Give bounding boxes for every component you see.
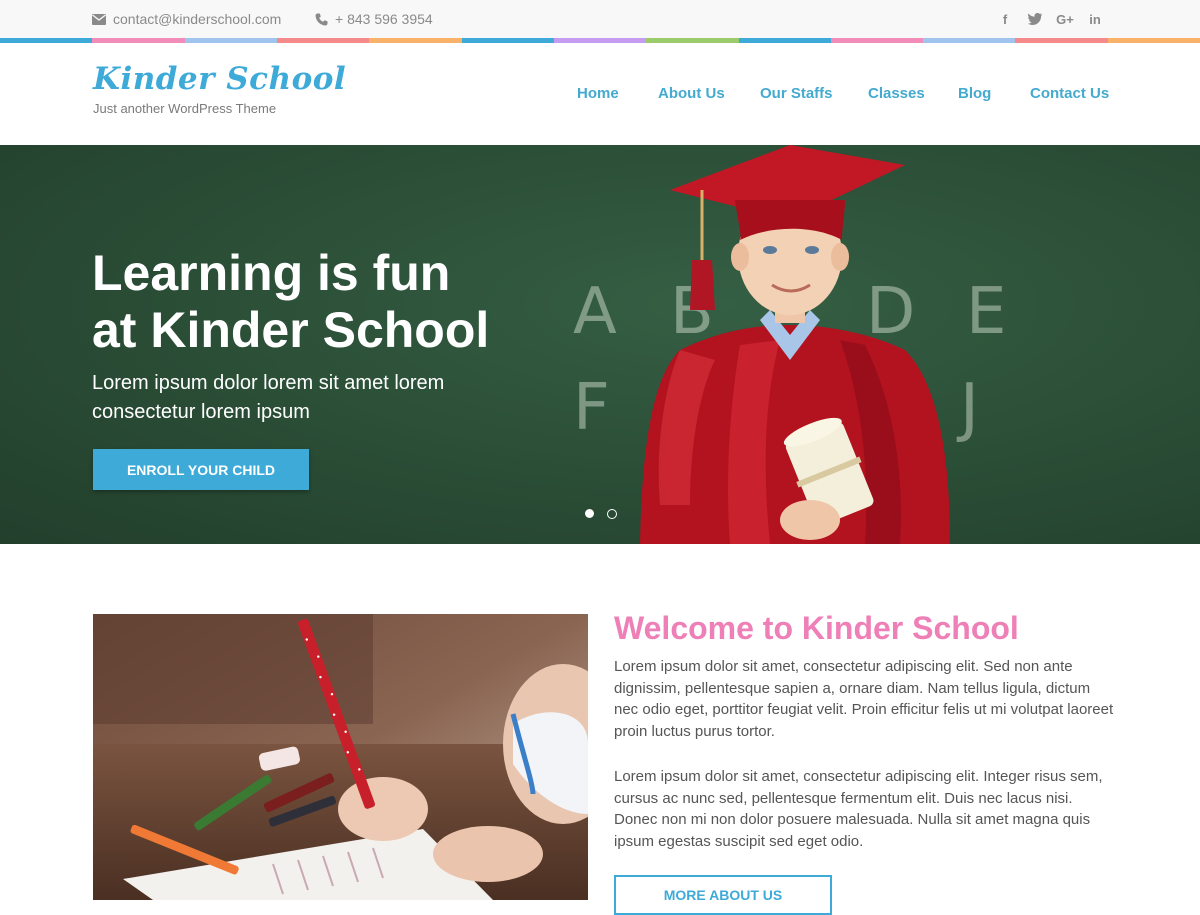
chalk-letter: E: [966, 275, 1007, 349]
nav-blog[interactable]: Blog: [958, 85, 991, 102]
google-plus-icon[interactable]: G+: [1050, 0, 1080, 38]
nav-home[interactable]: Home: [577, 85, 619, 102]
site-header: Kinder School Just another WordPress The…: [0, 43, 1200, 145]
more-about-us-button[interactable]: MORE ABOUT US: [614, 875, 832, 915]
envelope-icon: [92, 13, 106, 25]
chalk-letter: A: [573, 275, 617, 349]
graduate-child-image: [640, 145, 950, 544]
enroll-button[interactable]: ENROLL YOUR CHILD: [93, 449, 309, 490]
social-links: f G+ in: [990, 0, 1110, 38]
hero-subtitle: Lorem ipsum dolor lorem sit amet lorem c…: [92, 372, 445, 423]
child-drawing-image: [93, 614, 588, 900]
hero-title-line2: at Kinder School: [92, 302, 490, 358]
facebook-icon[interactable]: f: [990, 0, 1020, 38]
welcome-title: Welcome to Kinder School: [614, 610, 1019, 646]
welcome-paragraph-2: Lorem ipsum dolor sit amet, consectetur …: [614, 768, 1103, 850]
chalk-letter: J: [960, 371, 979, 445]
hero-slider: A B D E F J Learning is fun at Kinder Sc…: [0, 145, 1200, 544]
hero-title: Learning is fun at Kinder School: [92, 245, 572, 359]
nav-our-staffs[interactable]: Our Staffs: [760, 85, 833, 102]
main-nav: Home About Us Our Staffs Classes Blog Co…: [0, 43, 1200, 145]
phone-text: + 843 596 3954: [335, 11, 433, 27]
nav-contact-us[interactable]: Contact Us: [1030, 85, 1109, 102]
email-text: contact@kinderschool.com: [113, 11, 282, 27]
nav-about-us[interactable]: About Us: [658, 85, 725, 102]
slider-dot-1[interactable]: [585, 509, 594, 518]
contact-email[interactable]: contact@kinderschool.com: [92, 0, 281, 38]
chalk-letter: F: [573, 371, 610, 445]
welcome-paragraph-1: Lorem ipsum dolor sit amet, consectetur …: [614, 658, 1114, 740]
linkedin-icon[interactable]: in: [1080, 0, 1110, 38]
hero-title-line1: Learning is fun: [92, 245, 451, 301]
contact-phone[interactable]: + 843 596 3954: [315, 0, 433, 38]
nav-classes[interactable]: Classes: [868, 85, 925, 102]
phone-icon: [315, 13, 328, 26]
top-bar: contact@kinderschool.com + 843 596 3954 …: [0, 0, 1200, 38]
slider-dot-2[interactable]: [607, 509, 617, 519]
twitter-icon[interactable]: [1020, 0, 1050, 38]
